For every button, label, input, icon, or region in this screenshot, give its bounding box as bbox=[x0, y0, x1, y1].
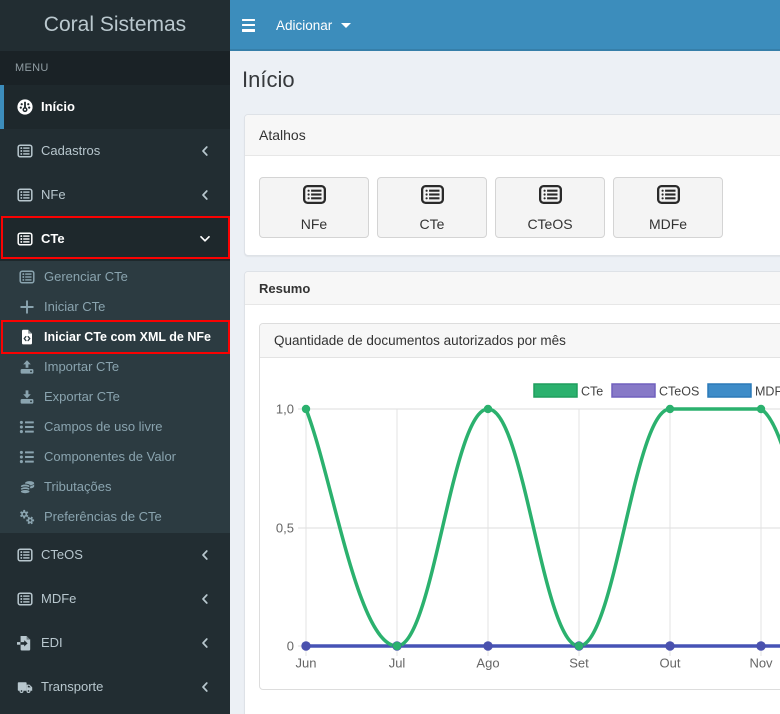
svg-text:Jun: Jun bbox=[296, 656, 317, 671]
svg-text:0,5: 0,5 bbox=[276, 521, 294, 536]
svg-text:0: 0 bbox=[287, 639, 294, 654]
svg-text:Set: Set bbox=[569, 656, 589, 671]
svg-text:1,0: 1,0 bbox=[276, 402, 294, 417]
svg-text:MDFe: MDFe bbox=[755, 385, 780, 399]
svg-text:Out: Out bbox=[660, 656, 681, 671]
svg-text:Nov: Nov bbox=[749, 656, 773, 671]
svg-text:CTe: CTe bbox=[581, 385, 603, 399]
svg-text:Ago: Ago bbox=[476, 656, 499, 671]
svg-text:CTeOS: CTeOS bbox=[659, 385, 699, 399]
svg-text:Jul: Jul bbox=[389, 656, 406, 671]
